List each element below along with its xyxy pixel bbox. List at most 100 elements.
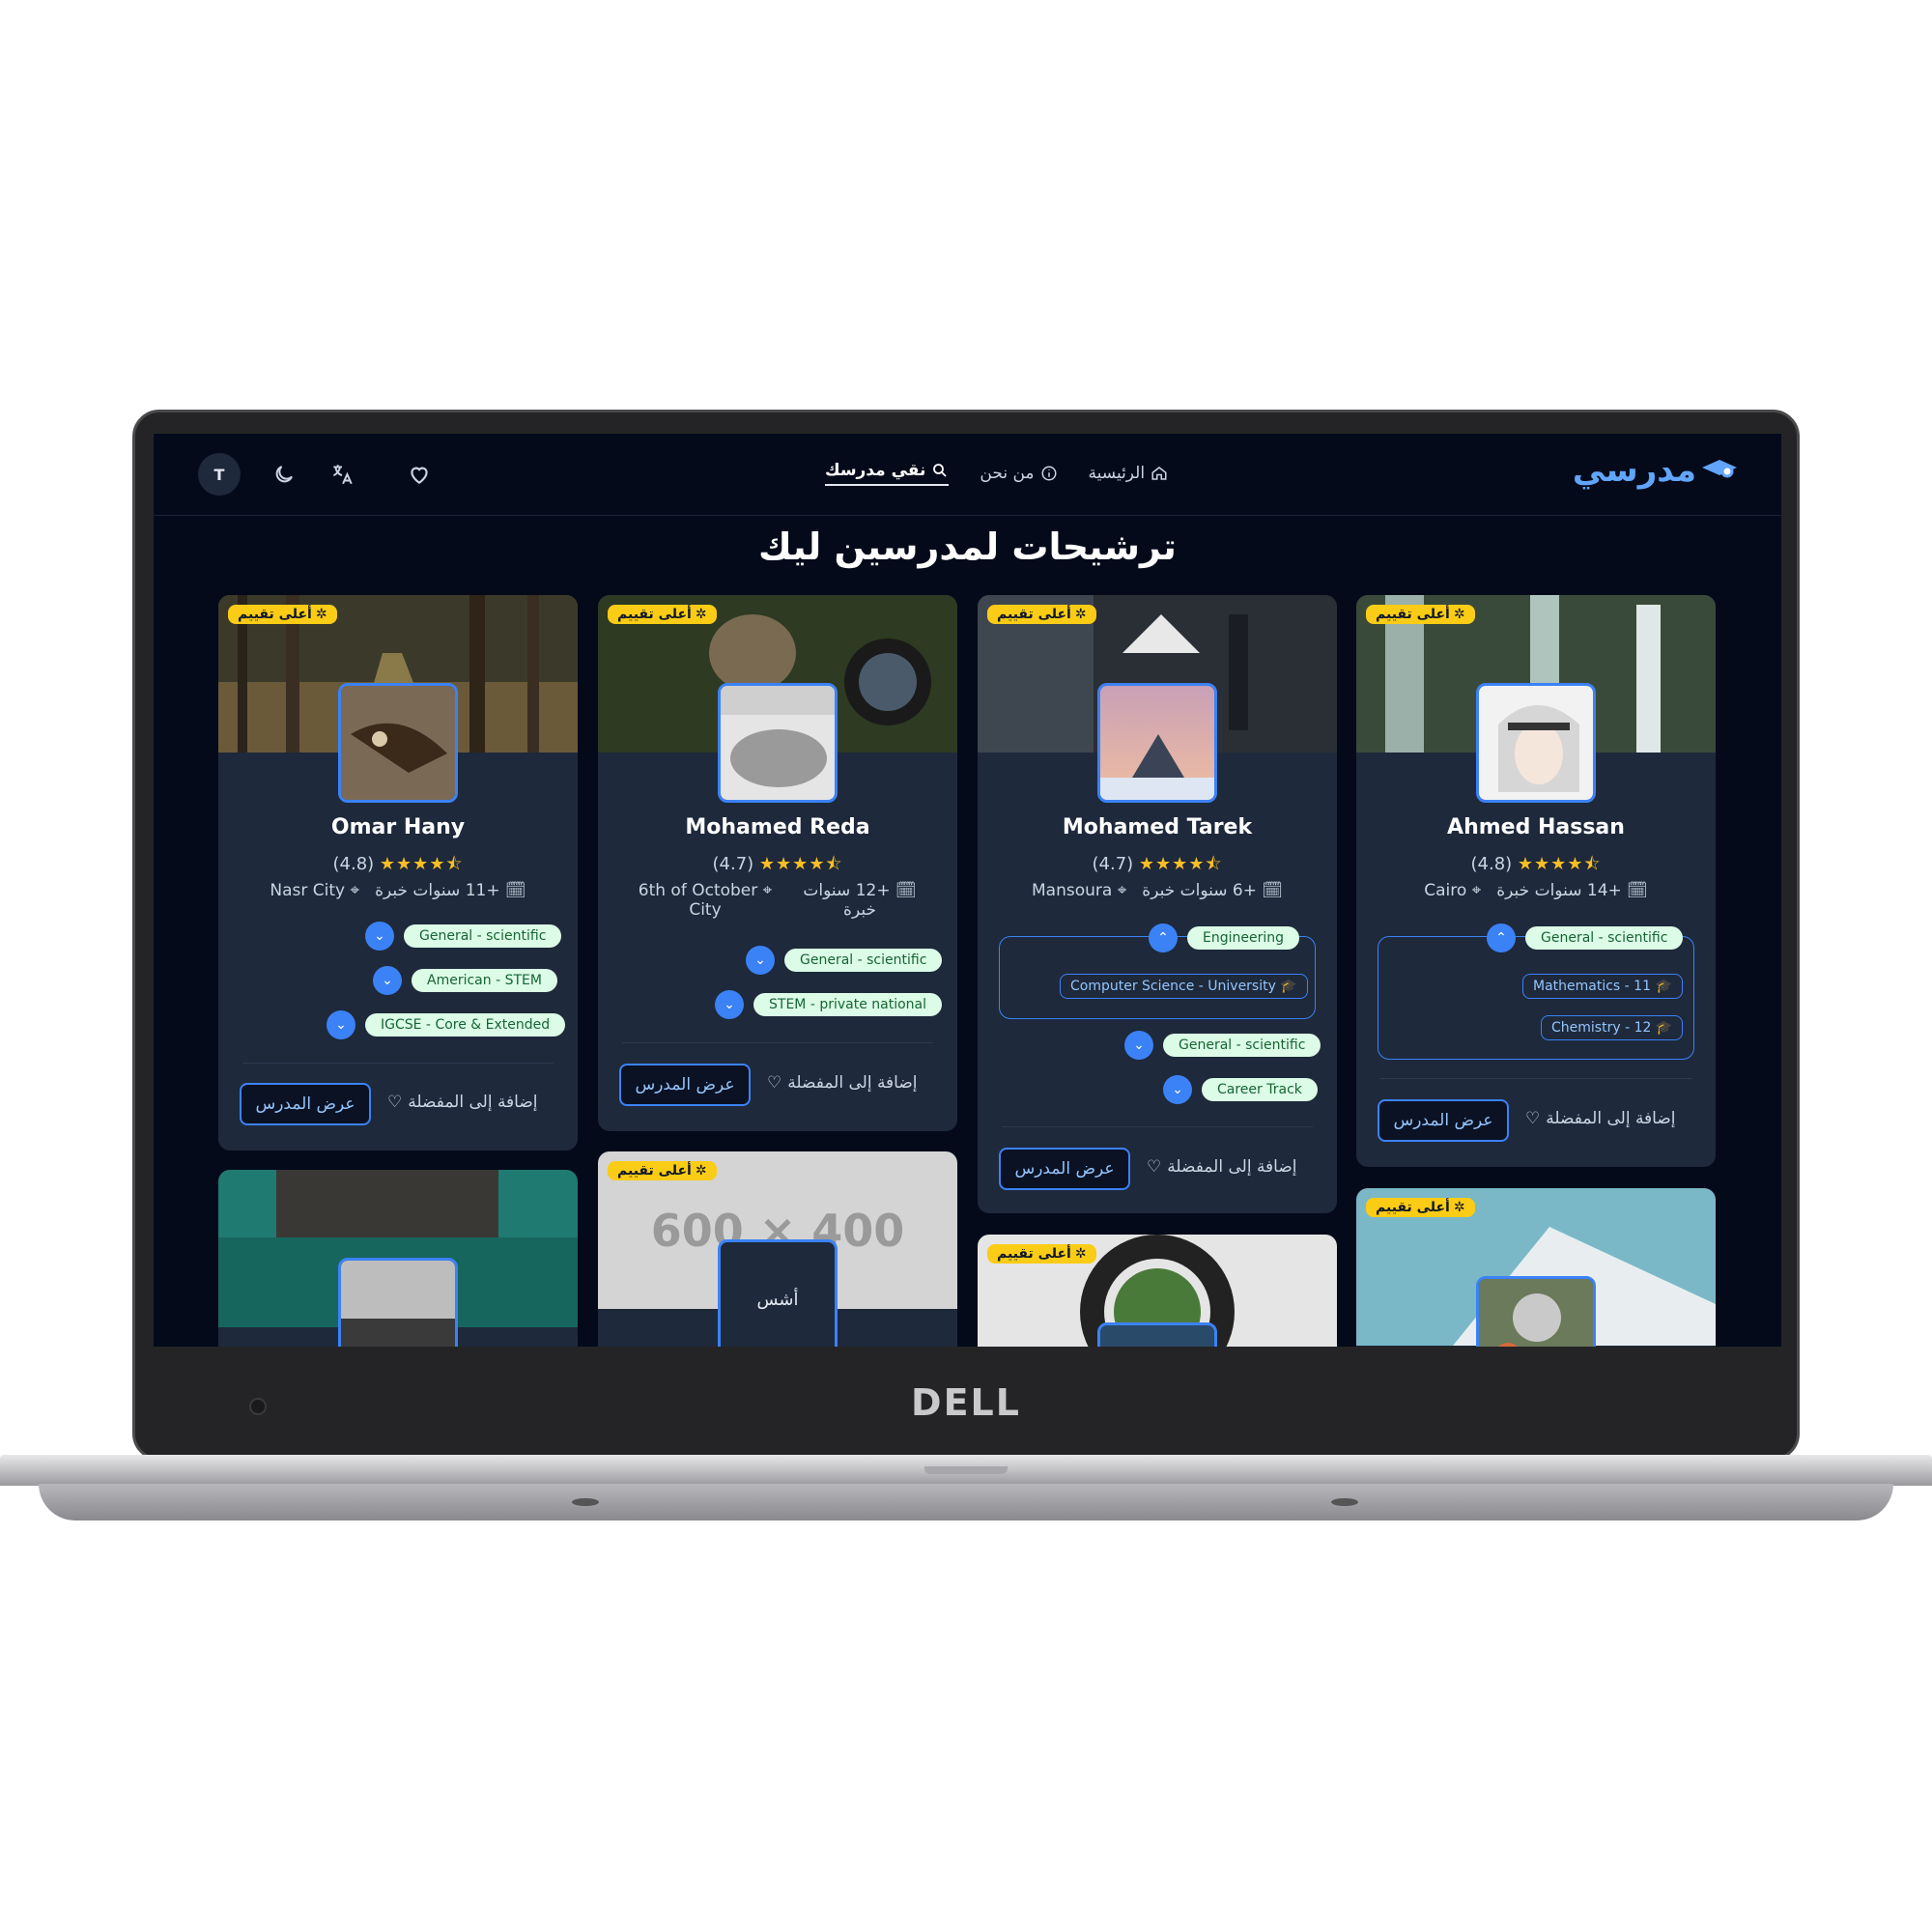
location-text: Mansoura	[1032, 881, 1113, 900]
view-teacher-button[interactable]: عرض المدرس	[999, 1148, 1130, 1190]
divider	[1002, 1126, 1313, 1127]
tag-row: ⌄ American - STEM	[373, 966, 557, 995]
star-icons: ★★★★⯪	[758, 854, 843, 874]
experience: 🗓 +12 سنوات خبرة	[803, 881, 917, 920]
view-teacher-button[interactable]: عرض المدرس	[240, 1083, 371, 1125]
add-favorite-button[interactable]: إضافة إلى المفضلة ♡	[1147, 1157, 1297, 1177]
chevron-down-icon[interactable]: ⌄	[373, 966, 402, 995]
user-avatar[interactable]: T	[198, 453, 241, 496]
chevron-up-icon[interactable]: ⌃	[1149, 923, 1178, 952]
subject-label: Computer Science - University	[1070, 979, 1276, 994]
nav-find-teacher-label: نقي مدرسك	[825, 461, 926, 480]
track-tag: General - scientific	[404, 924, 562, 948]
tag-row: ⌄ General - scientific	[365, 922, 562, 951]
badge-label: أعلى تقييم	[1376, 607, 1450, 622]
track-tag: General - scientific	[1163, 1034, 1321, 1057]
top-rated-badge: ✲ أعلى تقييم	[1366, 1198, 1475, 1217]
badge-icon: ✲	[695, 607, 707, 622]
fav-label: إضافة إلى المفضلة	[1546, 1109, 1676, 1128]
photo-placeholder-text: أشس	[756, 1289, 799, 1310]
experience: 🗓 +14 سنوات خبرة	[1496, 881, 1648, 900]
top-rated-badge: ✲ أعلى تقييم	[1366, 605, 1475, 624]
subject-tag[interactable]: Mathematics - 11 🎓	[1522, 974, 1683, 999]
rating-value: (4.7)	[1092, 854, 1134, 874]
track-tag: Engineering	[1187, 926, 1299, 950]
top-rated-badge: ✲ أعلى تقييم	[228, 605, 337, 624]
location-text: 6th of October City	[638, 881, 758, 920]
tag-row: ⌄ General - scientific	[746, 946, 943, 975]
badge-icon: ✲	[695, 1163, 707, 1179]
nav-about-label: من نحن	[980, 464, 1035, 483]
chevron-down-icon[interactable]: ⌄	[715, 990, 744, 1019]
view-teacher-button[interactable]: عرض المدرس	[1378, 1099, 1509, 1142]
chevron-down-icon[interactable]: ⌄	[1163, 1075, 1192, 1104]
laptop-base-lower	[39, 1484, 1893, 1520]
top-rated-badge: ✲ أعلى تقييم	[987, 605, 1096, 624]
heart-icon[interactable]	[405, 460, 434, 489]
laptop-foot	[1331, 1498, 1358, 1506]
heart-icon: ♡	[387, 1093, 403, 1112]
chevron-down-icon[interactable]: ⌄	[1124, 1031, 1153, 1060]
nav-about[interactable]: من نحن	[980, 461, 1057, 486]
graduation-cap-icon	[1702, 460, 1737, 478]
navbar-actions: T	[198, 453, 434, 496]
chevron-up-icon[interactable]: ⌃	[1487, 923, 1516, 952]
site-logo[interactable]: مدرسي	[1573, 451, 1739, 490]
nav-find-teacher[interactable]: نقي مدرسك	[825, 461, 950, 486]
teacher-rating: (4.7) ★★★★⯪	[978, 852, 1337, 881]
chevron-down-icon[interactable]: ⌄	[327, 1010, 355, 1039]
fav-label: إضافة إلى المفضلة	[408, 1093, 538, 1112]
badge-label: أعلى تقييم	[617, 607, 692, 622]
subject-label: Chemistry - 12	[1551, 1020, 1652, 1036]
experience-text: +12 سنوات خبرة	[803, 881, 891, 920]
moon-icon[interactable]	[270, 460, 298, 489]
nav-home[interactable]: الرئيسية	[1089, 461, 1169, 486]
teacher-photo	[718, 683, 838, 803]
nav-home-label: الرئيسية	[1088, 464, 1146, 483]
heart-icon: ♡	[1525, 1109, 1541, 1128]
location: ⌖ 6th of October City	[638, 881, 773, 920]
track-tag: STEM - private national	[753, 993, 943, 1016]
chevron-down-icon[interactable]: ⌄	[746, 946, 775, 975]
translate-icon[interactable]	[327, 460, 356, 489]
subject-tag[interactable]: Computer Science - University 🎓	[1060, 974, 1308, 999]
teacher-card	[218, 1170, 578, 1347]
teacher-photo	[1097, 683, 1217, 803]
badge-label: أعلى تقييم	[617, 1163, 692, 1179]
divider	[1380, 1078, 1691, 1079]
track-tag: Career Track	[1202, 1078, 1318, 1101]
teacher-name: Mohamed Reda	[685, 815, 870, 839]
heart-icon: ♡	[1147, 1157, 1162, 1177]
chevron-down-icon[interactable]: ⌄	[365, 922, 394, 951]
search-icon	[933, 464, 948, 477]
top-rated-badge: ✲ أعلى تقييم	[987, 1244, 1096, 1264]
experience: 🗓 +11 سنوات خبرة	[375, 881, 526, 900]
add-favorite-button[interactable]: إضافة إلى المفضلة ♡	[1525, 1109, 1676, 1128]
star-icons: ★★★★⯪	[1138, 854, 1223, 874]
rating-value: (4.8)	[1470, 854, 1513, 874]
graduation-cap-icon: 🎓	[1655, 979, 1672, 994]
browser-viewport: T الرئيسية من نحن نقي مدرسك مدرسي ترشيحا…	[154, 434, 1781, 1347]
fav-label: إضافة إلى المفضلة	[787, 1073, 918, 1093]
tag-row: ⌄ General - scientific	[1124, 1031, 1321, 1060]
add-favorite-button[interactable]: إضافة إلى المفضلة ♡	[767, 1073, 918, 1093]
view-teacher-button[interactable]: عرض المدرس	[619, 1064, 751, 1106]
graduation-cap-icon: 🎓	[1280, 979, 1297, 994]
divider	[622, 1042, 933, 1043]
add-favorite-button[interactable]: إضافة إلى المفضلة ♡	[387, 1093, 538, 1112]
teacher-photo	[1476, 683, 1596, 803]
teacher-rating: (4.7) ★★★★⯪	[598, 852, 957, 881]
subject-tag[interactable]: Chemistry - 12 🎓	[1541, 1015, 1684, 1040]
rating-value: (4.8)	[332, 854, 375, 874]
badge-label: أعلى تقييم	[997, 1246, 1071, 1262]
badge-label: أعلى تقييم	[997, 607, 1071, 622]
top-rated-badge: ✲ أعلى تقييم	[608, 1161, 717, 1180]
star-icons: ★★★★⯪	[379, 854, 464, 874]
teacher-photo	[1097, 1322, 1217, 1347]
teacher-photo	[338, 1258, 458, 1347]
tag-row: ⌄ STEM - private national	[715, 990, 943, 1019]
experience-text: +11 سنوات خبرة	[375, 881, 500, 900]
teacher-card: ✲ أعلى تقييم	[978, 1235, 1337, 1347]
badge-icon: ✲	[1074, 1246, 1087, 1262]
main-nav: الرئيسية من نحن نقي مدرسك	[825, 461, 1168, 486]
